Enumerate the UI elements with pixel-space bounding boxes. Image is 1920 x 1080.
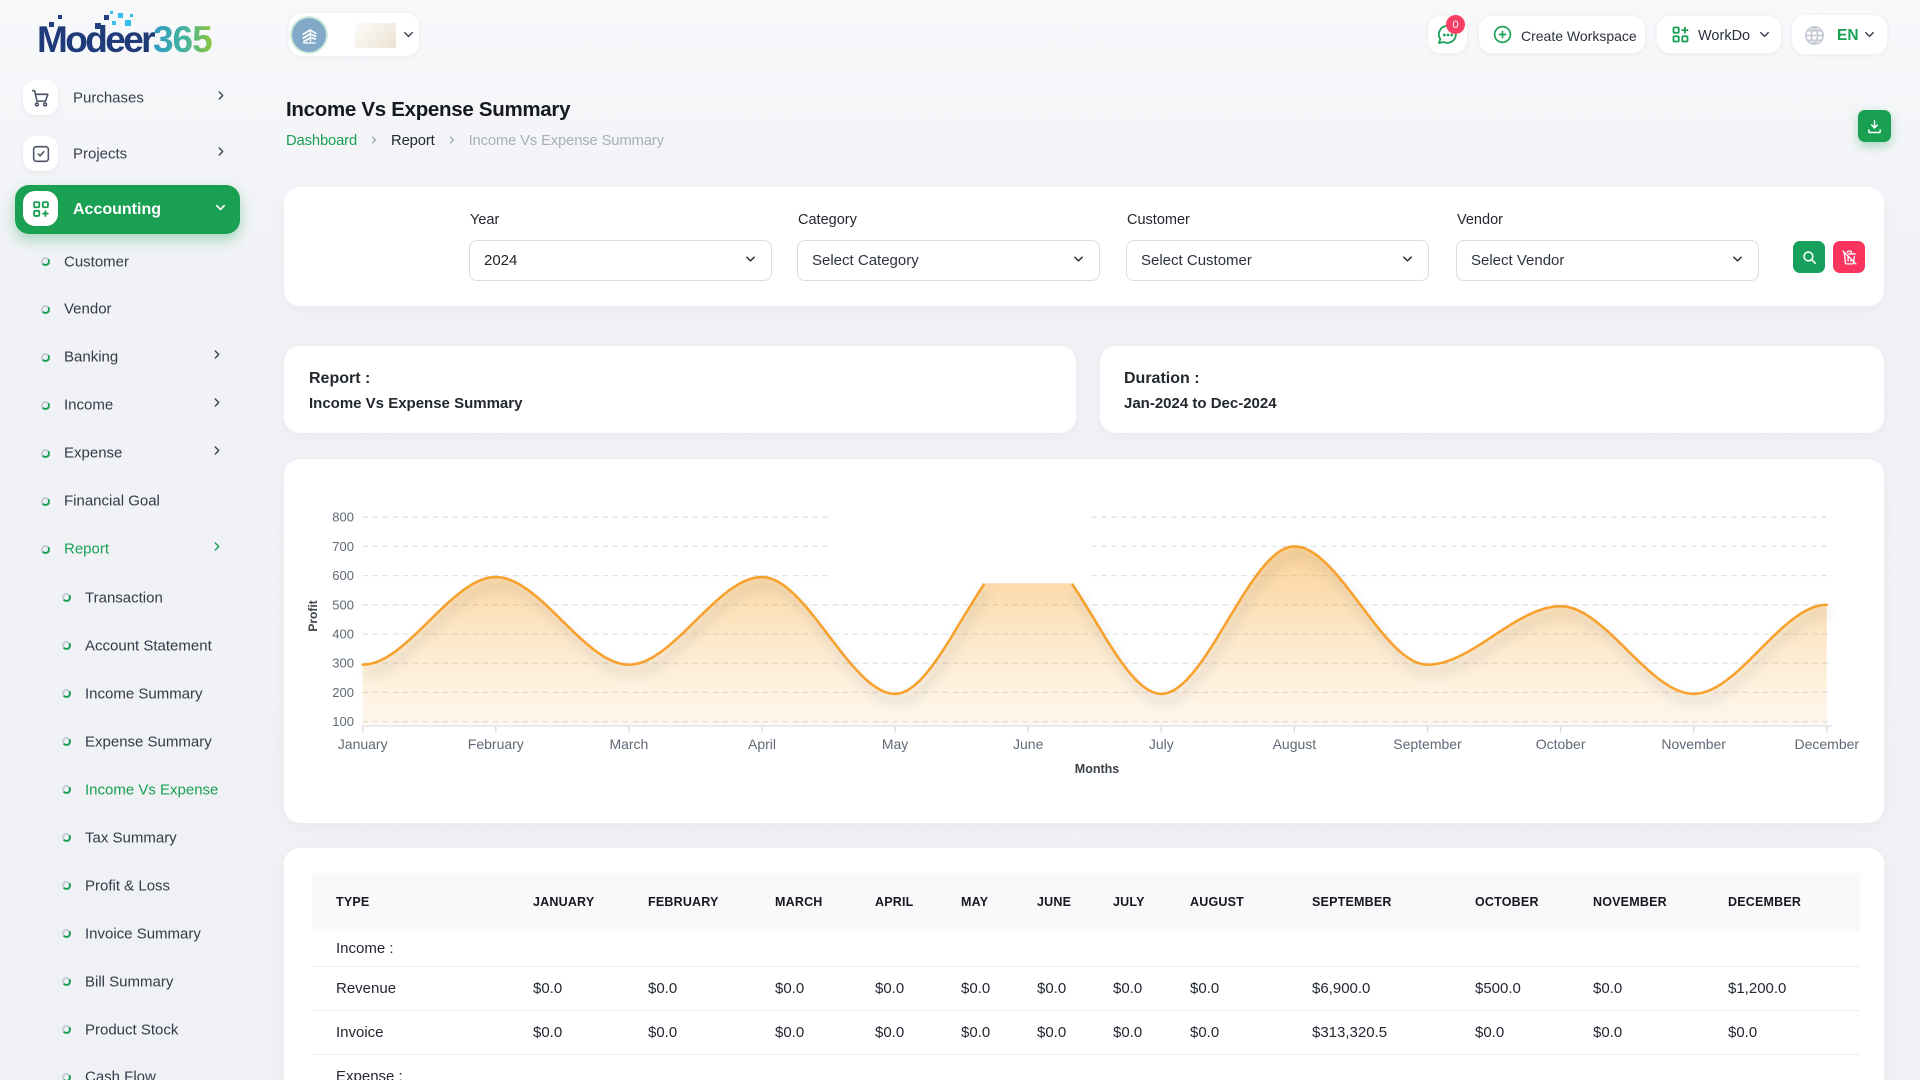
- svg-text:October: October: [1536, 736, 1586, 752]
- svg-text:300: 300: [332, 656, 354, 671]
- svg-text:April: April: [748, 736, 776, 752]
- svg-text:August: August: [1273, 736, 1317, 752]
- svg-text:600: 600: [332, 568, 354, 583]
- svg-text:800: 800: [332, 510, 354, 525]
- svg-text:400: 400: [332, 627, 354, 642]
- svg-text:November: November: [1661, 736, 1726, 752]
- svg-text:200: 200: [332, 685, 354, 700]
- svg-text:September: September: [1393, 736, 1462, 752]
- svg-text:100: 100: [332, 714, 354, 729]
- svg-text:January: January: [338, 736, 388, 752]
- svg-text:March: March: [609, 736, 648, 752]
- svg-text:February: February: [468, 736, 524, 752]
- svg-text:700: 700: [332, 539, 354, 554]
- svg-text:July: July: [1149, 736, 1174, 752]
- svg-text:Profit: Profit: [306, 600, 320, 631]
- svg-text:December: December: [1795, 736, 1860, 752]
- svg-text:Months: Months: [1075, 762, 1119, 776]
- svg-text:500: 500: [332, 597, 354, 612]
- svg-text:June: June: [1013, 736, 1044, 752]
- svg-text:May: May: [882, 736, 908, 752]
